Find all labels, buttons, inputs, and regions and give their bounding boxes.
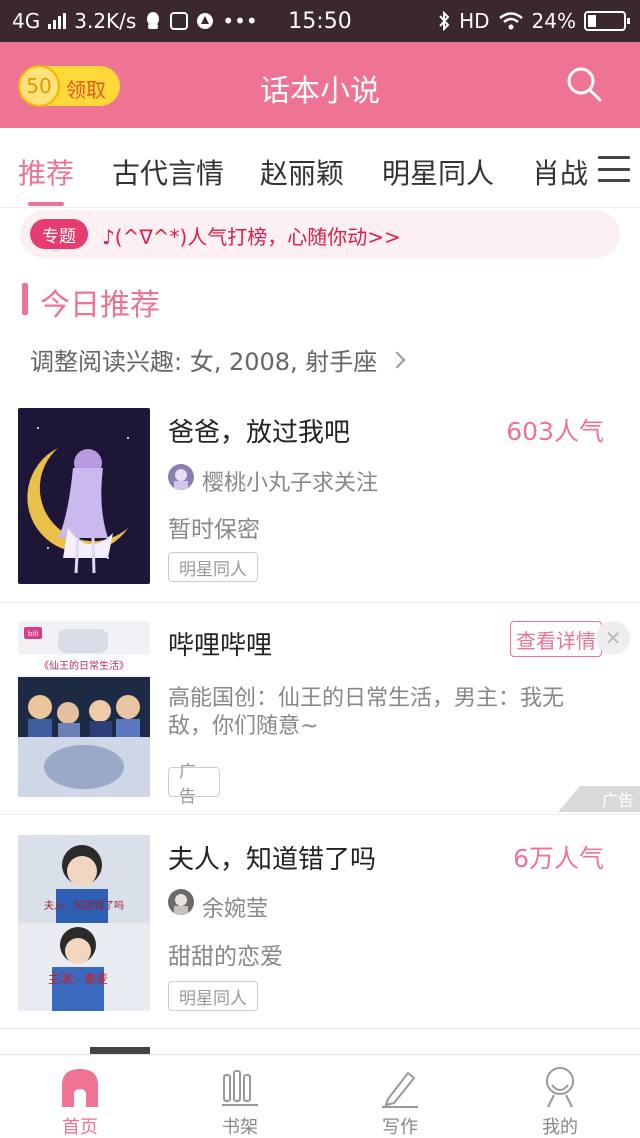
- nav-profile-label: 我的: [542, 1117, 578, 1138]
- popularity-count: 6万人气: [513, 844, 604, 873]
- topic-badge: 专题: [30, 219, 88, 249]
- battery-icon: [584, 11, 630, 31]
- topic-banner[interactable]: 专题 ♪(^∇^*)人气打榜，心随你动>>: [20, 210, 620, 258]
- book-title: 爸爸，放过我吧: [168, 418, 351, 448]
- menu-icon[interactable]: [598, 156, 630, 182]
- list-item[interactable]: 爸爸，放过我吧 603人气 樱桃小丸子求关注 暂时保密 明星同人: [0, 392, 640, 602]
- ad-mark: 广告: [558, 786, 640, 812]
- tab-celebrity-fanfic[interactable]: 明星同人: [382, 152, 494, 192]
- profile-icon: [546, 1067, 574, 1108]
- book-title: 夫人，知道错了吗: [168, 845, 377, 875]
- app-header: 50 领取 话本小说: [0, 42, 640, 128]
- active-tab-indicator: [28, 202, 64, 206]
- nav-profile[interactable]: 我的: [480, 1055, 640, 1138]
- bluetooth-icon: [439, 11, 450, 31]
- search-icon[interactable]: [564, 64, 604, 104]
- category-tag: 明星同人: [168, 552, 258, 582]
- ad-description: 高能国创：仙王的日常生活，男主：我无敌，你们随意~: [168, 686, 565, 739]
- book-description: 暂时保密: [168, 517, 260, 543]
- tab-ancient-romance[interactable]: 古代言情: [112, 152, 224, 192]
- hd-label: HD: [459, 9, 490, 33]
- cover-caption-2: 主演：秦麦: [48, 971, 108, 986]
- home-icon: [62, 1069, 98, 1107]
- app-screen: 4G 3.2K/s ••• 15:50 HD 24% 50 领取 话本小说 推荐…: [0, 0, 640, 1138]
- nav-write[interactable]: 写作: [320, 1055, 480, 1138]
- chevron-right-icon: [388, 351, 406, 368]
- ad-mark-label: 广告: [601, 791, 634, 810]
- list-item-partial[interactable]: [0, 1028, 640, 1055]
- battery-percent: 24%: [531, 9, 576, 33]
- section-title: 今日推荐: [40, 288, 160, 323]
- status-right: HD 24%: [437, 9, 630, 33]
- bottom-nav: 首页 书架 写作 我的: [0, 1054, 640, 1138]
- pen-icon: [382, 1071, 418, 1108]
- author-avatar: [168, 464, 194, 490]
- nav-home[interactable]: 首页: [0, 1055, 160, 1138]
- tab-xiao-zhan[interactable]: 肖战: [532, 152, 588, 192]
- category-tag: 明星同人: [168, 981, 258, 1011]
- preference-text: 调整阅读兴趣: 女, 2008, 射手座: [30, 348, 378, 376]
- app-title: 话本小说: [260, 74, 380, 109]
- tab-zhao-liying[interactable]: 赵丽颖: [260, 152, 344, 192]
- ad-item[interactable]: bili 《仙王的日常生活》 哔哩哔哩 查看详情 ✕ 高能国创：仙王的日常生活，…: [0, 602, 640, 814]
- banner-text: ♪(^∇^*)人气打榜，心随你动>>: [102, 225, 401, 249]
- author-avatar: [168, 889, 194, 915]
- ad-cover[interactable]: bili 《仙王的日常生活》: [18, 621, 150, 797]
- nav-home-label: 首页: [62, 1117, 98, 1138]
- ad-cover-caption: 《仙王的日常生活》: [39, 659, 129, 672]
- nav-write-label: 写作: [382, 1117, 418, 1138]
- ad-tag: 广告: [168, 762, 220, 807]
- status-bar: 4G 3.2K/s ••• 15:50 HD 24%: [0, 0, 640, 42]
- author-name: 樱桃小丸子求关注: [202, 471, 379, 496]
- list-item[interactable]: 夫人，知道错了吗 主演：秦麦 夫人，知道错了吗 6万人气 余婉莹 甜甜的恋爱 明…: [0, 814, 640, 1028]
- adjust-interest-link[interactable]: 调整阅读兴趣: 女, 2008, 射手座: [30, 342, 406, 377]
- category-tabs: 推荐 古代言情 赵丽颖 明星同人 肖战: [0, 128, 640, 208]
- ad-title: 哔哩哔哩: [168, 631, 273, 661]
- cover-caption-1: 夫人，知道错了吗: [44, 899, 124, 912]
- tab-recommend[interactable]: 推荐: [18, 152, 74, 192]
- bookshelf-icon: [222, 1070, 258, 1106]
- bilibili-logo-text: bili: [28, 630, 38, 638]
- book-cover[interactable]: [18, 408, 150, 584]
- nav-bookshelf-label: 书架: [222, 1117, 258, 1138]
- nav-bookshelf[interactable]: 书架: [160, 1055, 320, 1138]
- section-marker: [22, 283, 28, 315]
- author-name: 余婉莹: [202, 897, 269, 922]
- book-description: 甜甜的恋爱: [168, 944, 283, 970]
- wifi-icon: [498, 12, 523, 30]
- book-cover[interactable]: 夫人，知道错了吗 主演：秦麦: [18, 835, 150, 1011]
- popularity-count: 603人气: [506, 417, 604, 446]
- view-details-button[interactable]: 查看详情: [510, 621, 602, 657]
- close-icon[interactable]: ✕: [596, 621, 630, 655]
